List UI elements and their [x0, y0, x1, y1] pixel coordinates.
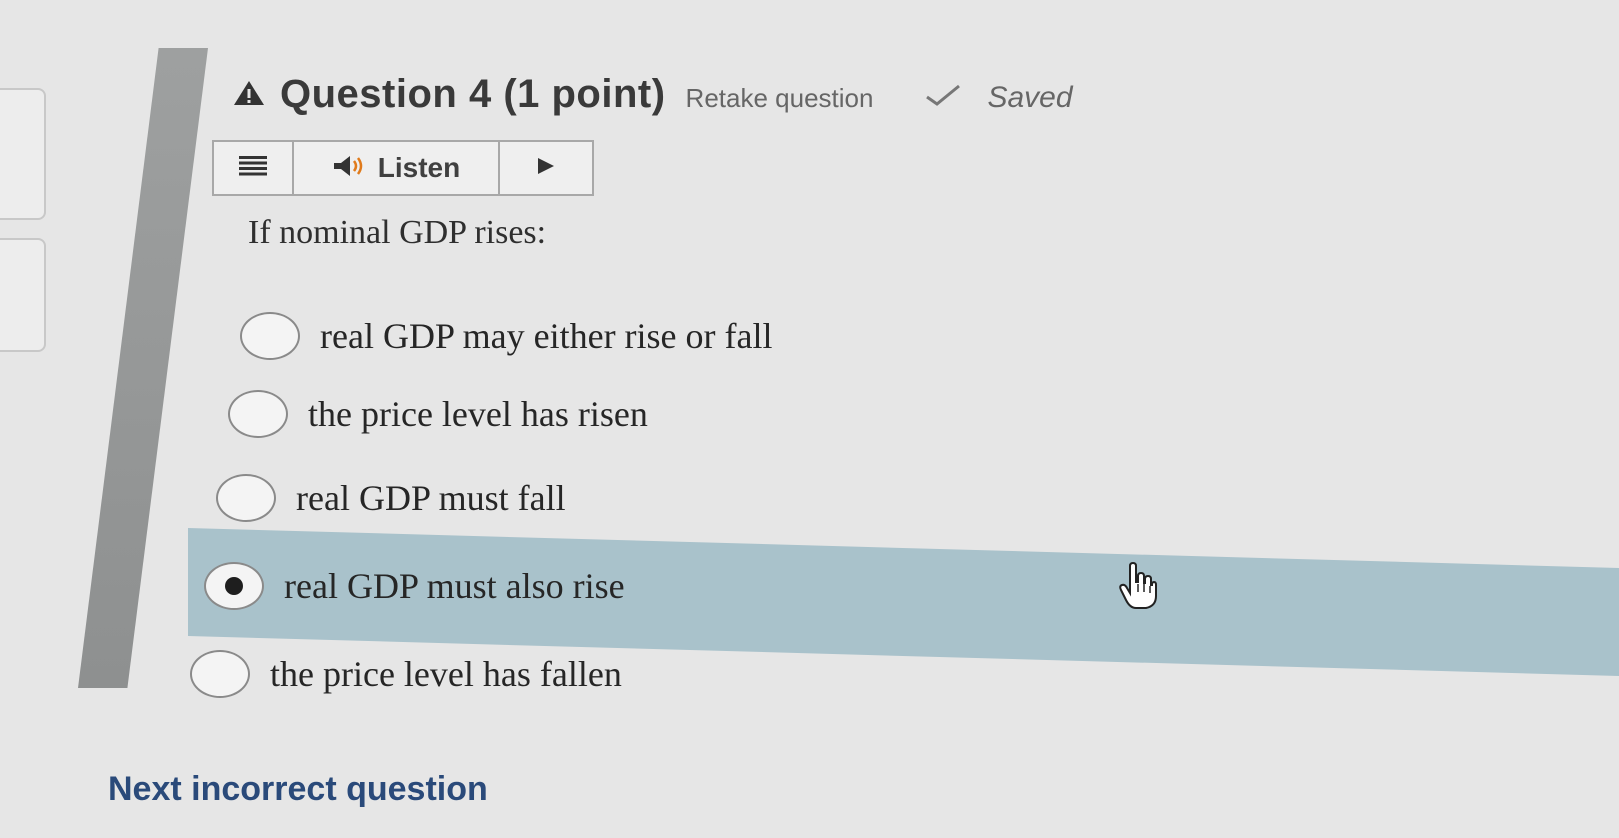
- answer-option-label: real GDP must also rise: [284, 566, 625, 606]
- menu-icon: [239, 155, 267, 181]
- warning-icon: [232, 79, 266, 107]
- saved-status: Saved: [987, 81, 1073, 114]
- speaker-icon: [332, 154, 368, 183]
- radio-button[interactable]: [228, 390, 288, 438]
- retake-question-link[interactable]: Retake question: [686, 83, 874, 114]
- listen-label: Listen: [377, 152, 461, 183]
- next-incorrect-question-link[interactable]: Next incorrect question: [108, 770, 488, 809]
- radio-button[interactable]: [190, 650, 250, 698]
- answer-option-label: the price level has risen: [308, 394, 648, 434]
- radio-selected-dot: [225, 577, 243, 595]
- check-icon: [923, 83, 963, 107]
- answer-option-label: real GDP may either rise or fall: [320, 316, 773, 356]
- answer-option-3[interactable]: real GDP must fall: [216, 474, 566, 522]
- play-icon: [535, 155, 557, 182]
- read-aloud-toolbar: Listen: [212, 140, 594, 196]
- question-area: Question 4 (1 point) Retake question Sav…: [0, 0, 1619, 838]
- answer-option-5[interactable]: the price level has fallen: [190, 650, 622, 698]
- hand-cursor-icon: [1118, 561, 1158, 610]
- play-button[interactable]: [500, 142, 592, 194]
- answer-option-4[interactable]: real GDP must also rise: [204, 562, 625, 610]
- answer-option-label: real GDP must fall: [296, 478, 566, 518]
- answer-option-label: the price level has fallen: [270, 654, 622, 694]
- question-title: Question 4 (1 point): [280, 72, 666, 116]
- menu-button[interactable]: [214, 142, 294, 194]
- radio-button[interactable]: [216, 474, 276, 522]
- question-prompt: If nominal GDP rises:: [248, 214, 547, 251]
- radio-button-selected[interactable]: [204, 562, 264, 610]
- answer-option-2[interactable]: the price level has risen: [228, 390, 648, 438]
- listen-button[interactable]: Listen: [294, 142, 500, 194]
- radio-button[interactable]: [240, 312, 300, 360]
- question-header: Question 4 (1 point) Retake question Sav…: [232, 72, 1073, 117]
- answer-option-1[interactable]: real GDP may either rise or fall: [240, 312, 773, 360]
